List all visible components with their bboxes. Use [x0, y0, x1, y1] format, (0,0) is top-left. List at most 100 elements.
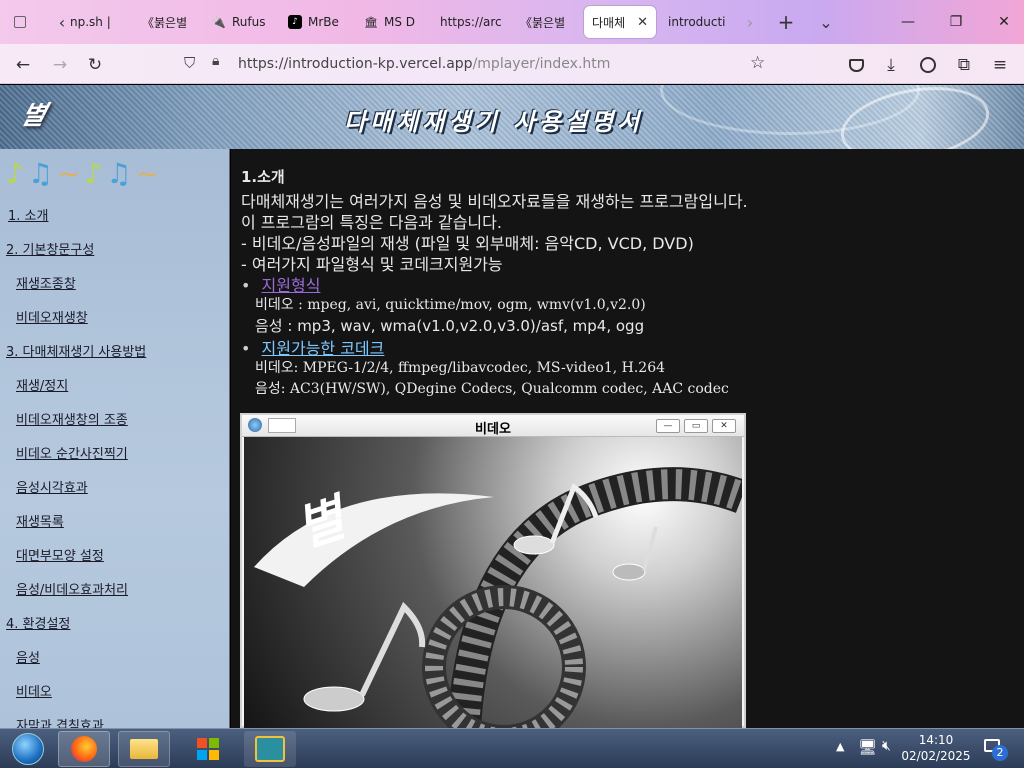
banner-logo: 별	[17, 101, 50, 131]
sidebar-link-usage[interactable]: 3. 다매체재생기 사용방법	[6, 341, 146, 360]
extensions-button[interactable]: ⧉	[951, 52, 977, 78]
codec-audio-text: 음성: AC3(HW/SW), QDegine Codecs, Qualcomm…	[255, 381, 729, 397]
page-title: 다매체재생기 사용설명서	[344, 108, 644, 136]
sidebar-link-playlist[interactable]: 재생목록	[16, 511, 64, 530]
sidebar-link-control-window[interactable]: 재생조종창	[16, 273, 76, 292]
format-audio-text: 음성 : mp3, wav, wma(v1.0,v2.0,v3.0)/asf, …	[255, 317, 645, 335]
notifications-button[interactable]: 2	[982, 737, 1010, 761]
sidebar-link-visual-effects[interactable]: 음성시각효과	[16, 477, 88, 496]
close-window-button[interactable]: ✕	[984, 8, 1024, 36]
tab-label: MS D	[384, 15, 416, 29]
video-frame: 별	[244, 437, 742, 728]
tab-tiktok[interactable]: ♪ MrBe	[288, 6, 348, 38]
supported-codecs-link[interactable]: 지원가능한 코데크	[262, 339, 385, 358]
music-notes-decoration: ♪ ♫ ~ ♪ ♫ ~	[6, 157, 159, 193]
tab-label: https://arc	[440, 15, 502, 29]
music-note-icon: ♪	[84, 157, 103, 190]
bullet-icon: •	[241, 339, 251, 358]
sidebar-link-video-control[interactable]: 비데오재생창의 조종	[16, 409, 128, 428]
page-banner: 별 다매체재생기 사용설명서	[0, 85, 1024, 149]
start-button[interactable]	[2, 731, 54, 767]
sidebar-link-audio[interactable]: 음성	[16, 647, 40, 666]
tab-label: 다매체	[592, 15, 626, 30]
music-note-icon: ♫	[27, 157, 53, 190]
sidebar-link-basic-window[interactable]: 2. 기본창문구성	[6, 239, 94, 258]
sidebar-link-effects[interactable]: 음성/비데오효과처리	[16, 579, 128, 598]
sidebar-link-play-stop[interactable]: 재생/정지	[16, 375, 68, 394]
windows-taskbar: ▲ 🖥︎ 🔇︎ 14:10 02/02/2025 2	[0, 728, 1024, 768]
sidebar-link-intro[interactable]: 1. 소개	[8, 205, 48, 224]
tab-rufus[interactable]: 🔌 Rufus	[212, 6, 278, 38]
forward-button[interactable]: →	[47, 52, 73, 78]
close-tab-icon[interactable]: ✕	[637, 15, 648, 30]
taskbar-store[interactable]	[182, 731, 234, 767]
main-content: 1.소개 다매체재생기는 여러가지 음성 및 비데오자료들을 재생하는 프로그람…	[231, 149, 1024, 728]
tab-overview-button[interactable]	[8, 10, 32, 34]
restore-window-button[interactable]: ❐	[936, 8, 976, 36]
taskbar-firefox[interactable]	[58, 731, 110, 767]
store-icon	[197, 738, 219, 760]
tab-label: Rufus	[232, 15, 266, 29]
back-button[interactable]: ←	[10, 52, 36, 78]
url-domain: https://introduction-kp.vercel.app	[238, 56, 473, 72]
codec-video-text: 비데오: MPEG-1/2/4, ffmpeg/libavcodec, MS-v…	[255, 360, 666, 376]
tab-ms-d[interactable]: 🏛 MS D	[364, 6, 424, 38]
video-close-icon: ✕	[712, 419, 736, 433]
wave-icon: ~	[135, 157, 159, 190]
chevron-left-icon: ‹	[58, 12, 66, 32]
film-reel-illustration: 별	[254, 467, 742, 728]
supported-codecs-item: • 지원가능한 코데크	[241, 335, 384, 359]
app-window-icon	[255, 736, 285, 762]
system-clock[interactable]: 14:10 02/02/2025	[896, 732, 976, 764]
shield-icon[interactable]: ⛉	[184, 54, 195, 72]
tab-red-star-2[interactable]: 《붉은별	[520, 6, 580, 38]
url-bar[interactable]: ⛉ 🔒︎ https://introduction-kp.vercel.app/…	[176, 49, 786, 79]
video-maximize-icon: ▭	[684, 419, 708, 433]
tab-np[interactable]: np.sh |	[70, 6, 130, 38]
arrow-left-icon: ←	[15, 55, 31, 75]
rufus-icon: 🔌	[212, 15, 226, 29]
sidebar-navigation: ♪ ♫ ~ ♪ ♫ ~ 1. 소개 2. 기본창문구성 재생조종창 비데오재생창…	[0, 149, 230, 734]
section-heading: 1.소개	[241, 168, 285, 186]
supported-formats-item: • 지원형식	[241, 272, 320, 296]
close-icon: ✕	[998, 14, 1010, 30]
reload-button[interactable]: ↻	[82, 52, 108, 78]
supported-formats-link[interactable]: 지원형식	[262, 276, 321, 295]
windows-start-icon	[12, 733, 44, 765]
tab-https-arc[interactable]: https://arc	[440, 6, 504, 38]
bookmark-star-icon[interactable]: ☆	[750, 53, 765, 73]
clock-date: 02/02/2025	[901, 749, 971, 763]
chevron-right-icon: ›	[746, 12, 754, 32]
sidebar-link-skin-settings[interactable]: 대면부모양 설정	[16, 545, 104, 564]
sidebar-link-settings[interactable]: 4. 환경설정	[6, 613, 70, 632]
volume-muted-icon[interactable]: 🔇︎	[882, 738, 891, 754]
list-all-tabs-button[interactable]: ⌄	[814, 10, 838, 34]
tab-red-star-1[interactable]: 《붉은별	[142, 6, 202, 38]
lock-icon[interactable]: 🔒︎	[212, 53, 219, 69]
sidebar-link-snapshot[interactable]: 비데오 순간사진찍기	[16, 443, 128, 462]
new-tab-button[interactable]: +	[774, 10, 798, 34]
minimize-window-button[interactable]: —	[888, 8, 928, 36]
taskbar-app[interactable]	[244, 731, 296, 767]
account-button[interactable]	[915, 52, 941, 78]
pocket-button[interactable]	[843, 52, 869, 78]
show-hidden-icons-icon[interactable]: ▲	[836, 740, 844, 753]
tab-introduction[interactable]: introducti	[668, 6, 728, 38]
url-text[interactable]: https://introduction-kp.vercel.app/mplay…	[238, 56, 610, 72]
video-window-titlebar: 비데오 — ▭ ✕	[242, 415, 744, 437]
sidebar-link-video[interactable]: 비데오	[16, 681, 52, 700]
sidebar-link-video-window[interactable]: 비데오재생창	[16, 307, 88, 326]
tab-multimedia-active[interactable]: 다매체 ✕	[584, 6, 656, 38]
clock-time: 14:10	[918, 733, 954, 747]
bullet-icon: •	[241, 276, 251, 295]
format-video-text: 비데오 : mpeg, avi, quicktime/mov, ogm, wmv…	[255, 297, 646, 313]
network-icon[interactable]: 🖥︎	[858, 738, 877, 756]
menu-button[interactable]: ≡	[987, 52, 1013, 78]
account-icon	[920, 57, 936, 73]
taskbar-file-explorer[interactable]	[118, 731, 170, 767]
download-icon: ⤓	[887, 55, 895, 75]
plus-icon: +	[777, 10, 795, 34]
square-icon	[14, 16, 26, 28]
scroll-tabs-right-button[interactable]: ›	[738, 10, 762, 34]
downloads-button[interactable]: ⤓	[878, 52, 904, 78]
